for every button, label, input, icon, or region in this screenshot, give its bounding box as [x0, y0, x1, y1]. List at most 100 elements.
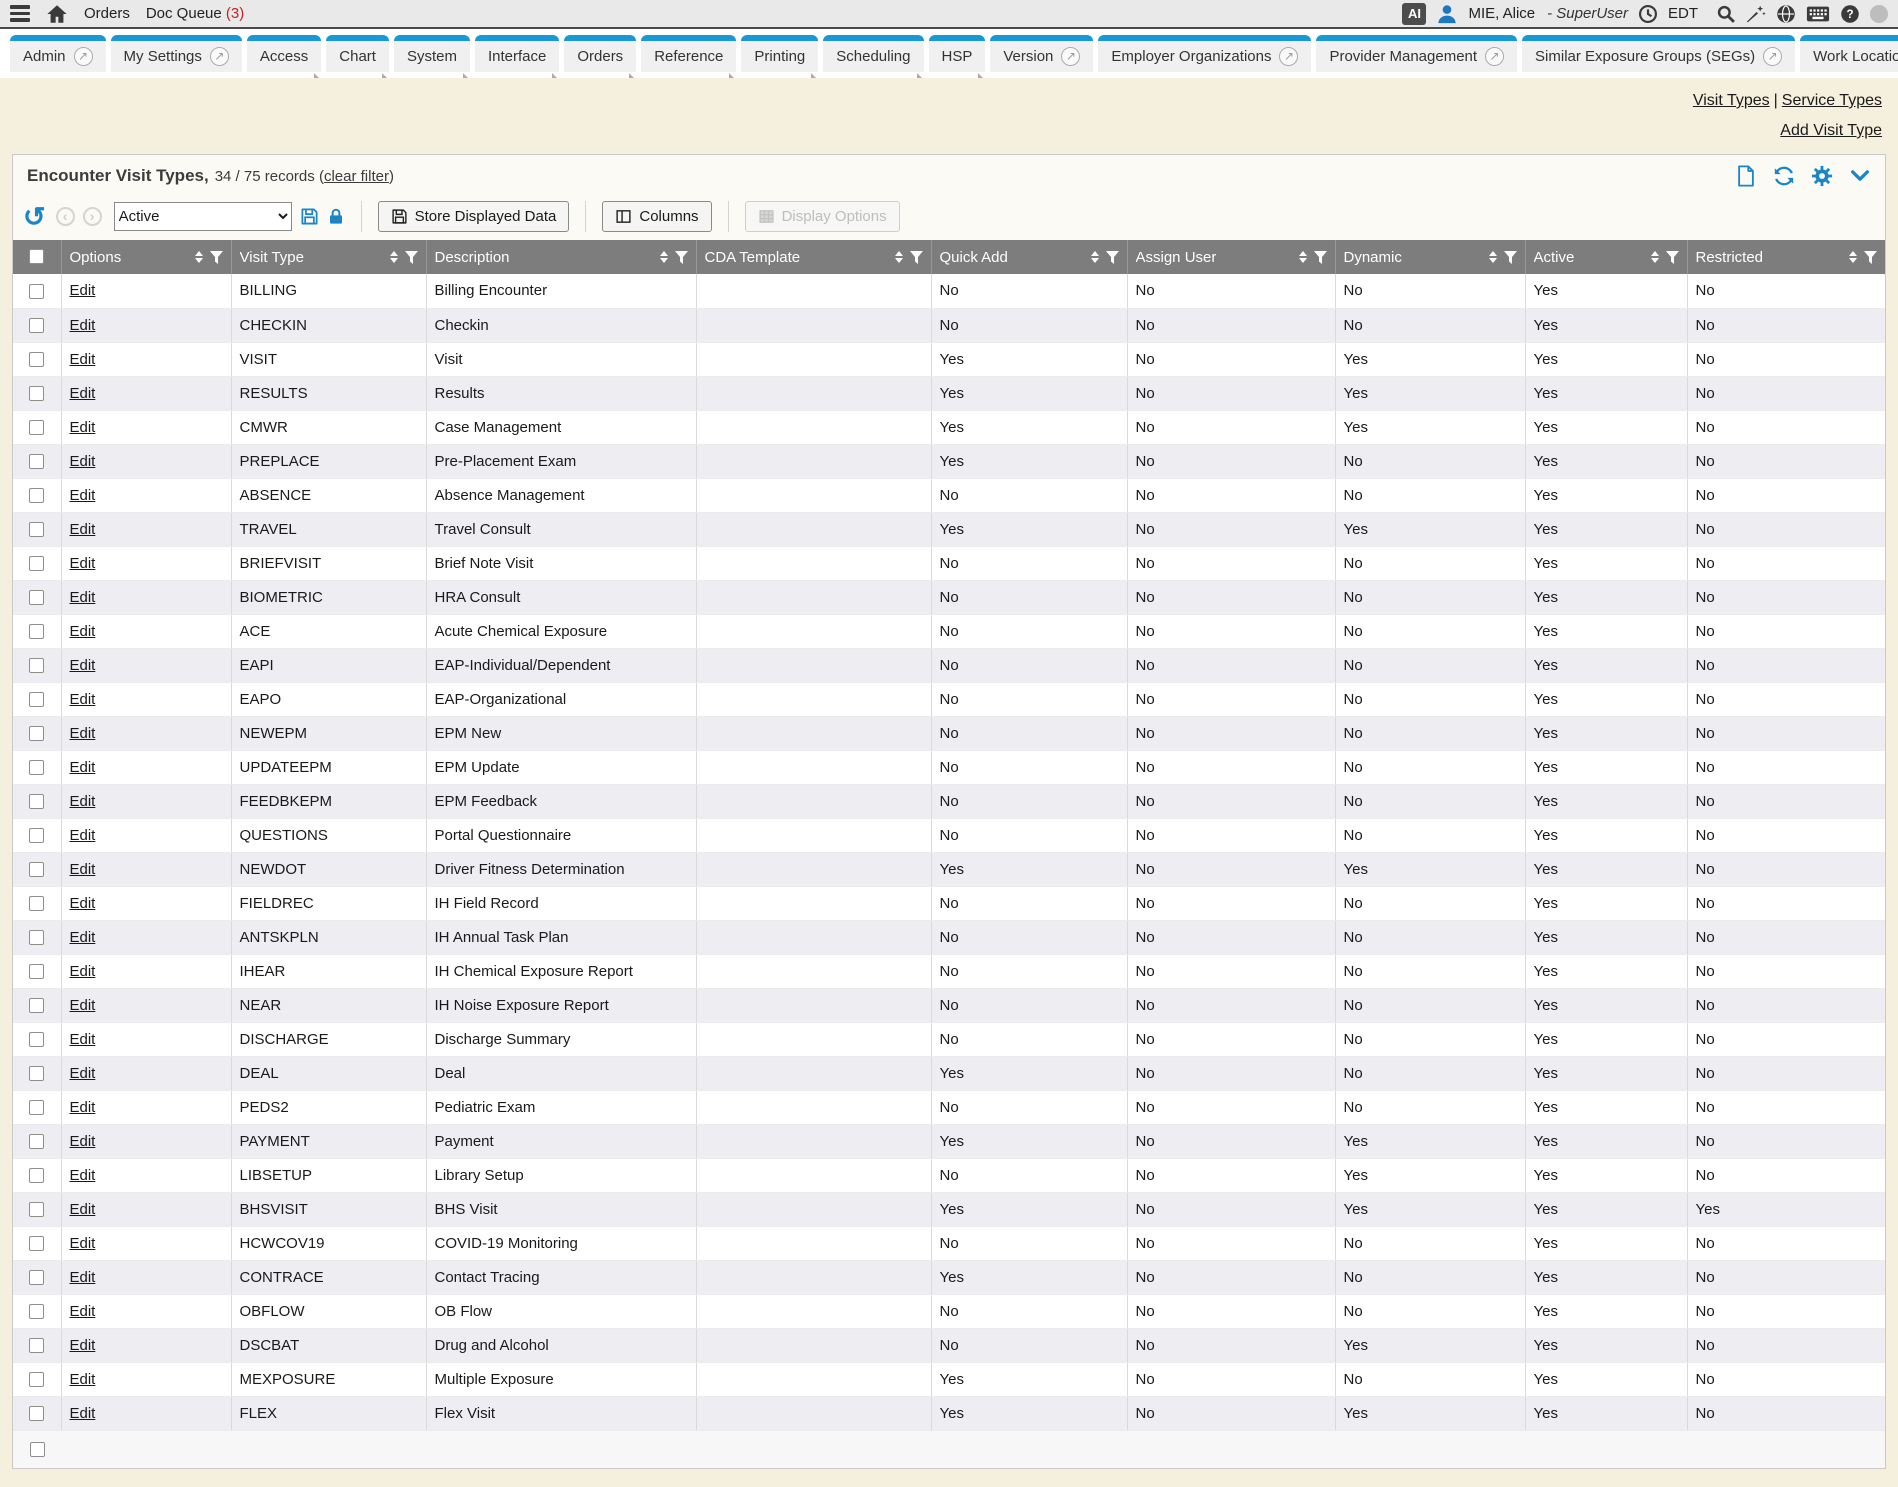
edit-link[interactable]: Edit [70, 793, 96, 810]
external-link-icon[interactable]: ↗ [1061, 47, 1080, 66]
row-checkbox[interactable] [29, 284, 44, 299]
nav-tab[interactable]: Scheduling [823, 35, 923, 72]
sort-icon[interactable] [1489, 251, 1497, 263]
nav-tab[interactable]: Reference [641, 35, 736, 72]
visit-types-link[interactable]: Visit Types [1693, 92, 1770, 109]
filter-funnel-icon[interactable] [675, 251, 688, 264]
filter-funnel-icon[interactable] [405, 251, 418, 264]
edit-link[interactable]: Edit [70, 1167, 96, 1184]
row-checkbox[interactable] [29, 1338, 44, 1353]
edit-link[interactable]: Edit [70, 827, 96, 844]
ai-badge[interactable]: AI [1402, 3, 1426, 25]
add-visit-type-link[interactable]: Add Visit Type [1780, 122, 1882, 139]
row-checkbox[interactable] [29, 1270, 44, 1285]
user-icon[interactable] [1436, 3, 1458, 25]
row-checkbox[interactable] [29, 1406, 44, 1421]
filter-funnel-icon[interactable] [210, 251, 223, 264]
column-header[interactable]: Active [1525, 240, 1687, 274]
row-checkbox[interactable] [29, 420, 44, 435]
sort-icon[interactable] [660, 251, 668, 263]
settings-gear-icon[interactable] [1811, 165, 1833, 187]
column-header[interactable]: Quick Add [931, 240, 1127, 274]
filter-funnel-icon[interactable] [1504, 251, 1517, 264]
column-header[interactable]: Restricted [1687, 240, 1885, 274]
refresh-icon[interactable] [1773, 165, 1795, 187]
row-checkbox[interactable] [29, 930, 44, 945]
edit-link[interactable]: Edit [70, 1133, 96, 1150]
sort-icon[interactable] [390, 251, 398, 263]
row-checkbox[interactable] [29, 1100, 44, 1115]
edit-link[interactable]: Edit [70, 1031, 96, 1048]
external-link-icon[interactable]: ↗ [74, 47, 93, 66]
nav-tab[interactable]: Work Locations ↗ [1800, 35, 1898, 72]
edit-link[interactable]: Edit [70, 1201, 96, 1218]
filter-funnel-icon[interactable] [1864, 251, 1877, 264]
select-all-checkbox[interactable] [29, 249, 44, 264]
column-header[interactable]: CDA Template [696, 240, 931, 274]
view-filter-select[interactable]: Active [114, 202, 292, 231]
keyboard-icon[interactable] [1806, 4, 1830, 24]
sort-icon[interactable] [1299, 251, 1307, 263]
row-checkbox[interactable] [29, 1202, 44, 1217]
nav-tab[interactable]: Printing [741, 35, 818, 72]
edit-link[interactable]: Edit [70, 282, 96, 299]
edit-link[interactable]: Edit [70, 623, 96, 640]
row-checkbox[interactable] [29, 386, 44, 401]
edit-link[interactable]: Edit [70, 317, 96, 334]
external-link-icon[interactable]: ↗ [1279, 47, 1298, 66]
edit-link[interactable]: Edit [70, 1235, 96, 1252]
column-header[interactable]: Visit Type [231, 240, 426, 274]
row-checkbox[interactable] [29, 556, 44, 571]
nav-tab[interactable]: System [394, 35, 470, 72]
edit-link[interactable]: Edit [70, 1099, 96, 1116]
doc-queue-nav-link[interactable]: Doc Queue (3) [146, 5, 244, 22]
sort-icon[interactable] [1651, 251, 1659, 263]
edit-link[interactable]: Edit [70, 861, 96, 878]
edit-link[interactable]: Edit [70, 1303, 96, 1320]
edit-link[interactable]: Edit [70, 1065, 96, 1082]
nav-tab[interactable]: Chart [326, 35, 389, 72]
help-icon[interactable]: ? [1840, 4, 1860, 24]
edit-link[interactable]: Edit [70, 1269, 96, 1286]
search-icon[interactable] [1716, 4, 1736, 24]
collapse-chevron-icon[interactable] [1849, 165, 1871, 187]
orders-nav-link[interactable]: Orders [84, 5, 130, 22]
row-checkbox[interactable] [29, 1168, 44, 1183]
lock-icon[interactable] [327, 207, 345, 226]
row-checkbox[interactable] [29, 1372, 44, 1387]
clear-filter-link[interactable]: clear filter [324, 168, 389, 185]
column-header[interactable]: Description [426, 240, 696, 274]
row-checkbox[interactable] [29, 454, 44, 469]
edit-link[interactable]: Edit [70, 895, 96, 912]
column-header[interactable]: Assign User [1127, 240, 1335, 274]
filter-funnel-icon[interactable] [1666, 251, 1679, 264]
sort-icon[interactable] [1091, 251, 1099, 263]
nav-tab[interactable]: Employer Organizations ↗ [1098, 35, 1311, 72]
row-checkbox[interactable] [29, 1134, 44, 1149]
nav-tab[interactable]: Similar Exposure Groups (SEGs) ↗ [1522, 35, 1795, 72]
row-checkbox[interactable] [29, 658, 44, 673]
row-checkbox[interactable] [29, 1304, 44, 1319]
service-types-link[interactable]: Service Types [1782, 92, 1882, 109]
edit-link[interactable]: Edit [70, 657, 96, 674]
edit-link[interactable]: Edit [70, 691, 96, 708]
edit-link[interactable]: Edit [70, 997, 96, 1014]
nav-tab[interactable]: Interface [475, 35, 559, 72]
external-link-icon[interactable]: ↗ [1485, 47, 1504, 66]
filter-funnel-icon[interactable] [1106, 251, 1119, 264]
edit-link[interactable]: Edit [70, 419, 96, 436]
edit-link[interactable]: Edit [70, 453, 96, 470]
edit-link[interactable]: Edit [70, 963, 96, 980]
row-checkbox[interactable] [29, 998, 44, 1013]
edit-link[interactable]: Edit [70, 521, 96, 538]
sort-icon[interactable] [195, 251, 203, 263]
edit-link[interactable]: Edit [70, 589, 96, 606]
edit-link[interactable]: Edit [70, 759, 96, 776]
nav-tab[interactable]: Admin ↗ [10, 35, 106, 72]
edit-link[interactable]: Edit [70, 1337, 96, 1354]
row-checkbox[interactable] [30, 1442, 45, 1457]
row-checkbox[interactable] [29, 726, 44, 741]
row-checkbox[interactable] [29, 1066, 44, 1081]
edit-link[interactable]: Edit [70, 487, 96, 504]
row-checkbox[interactable] [29, 1236, 44, 1251]
